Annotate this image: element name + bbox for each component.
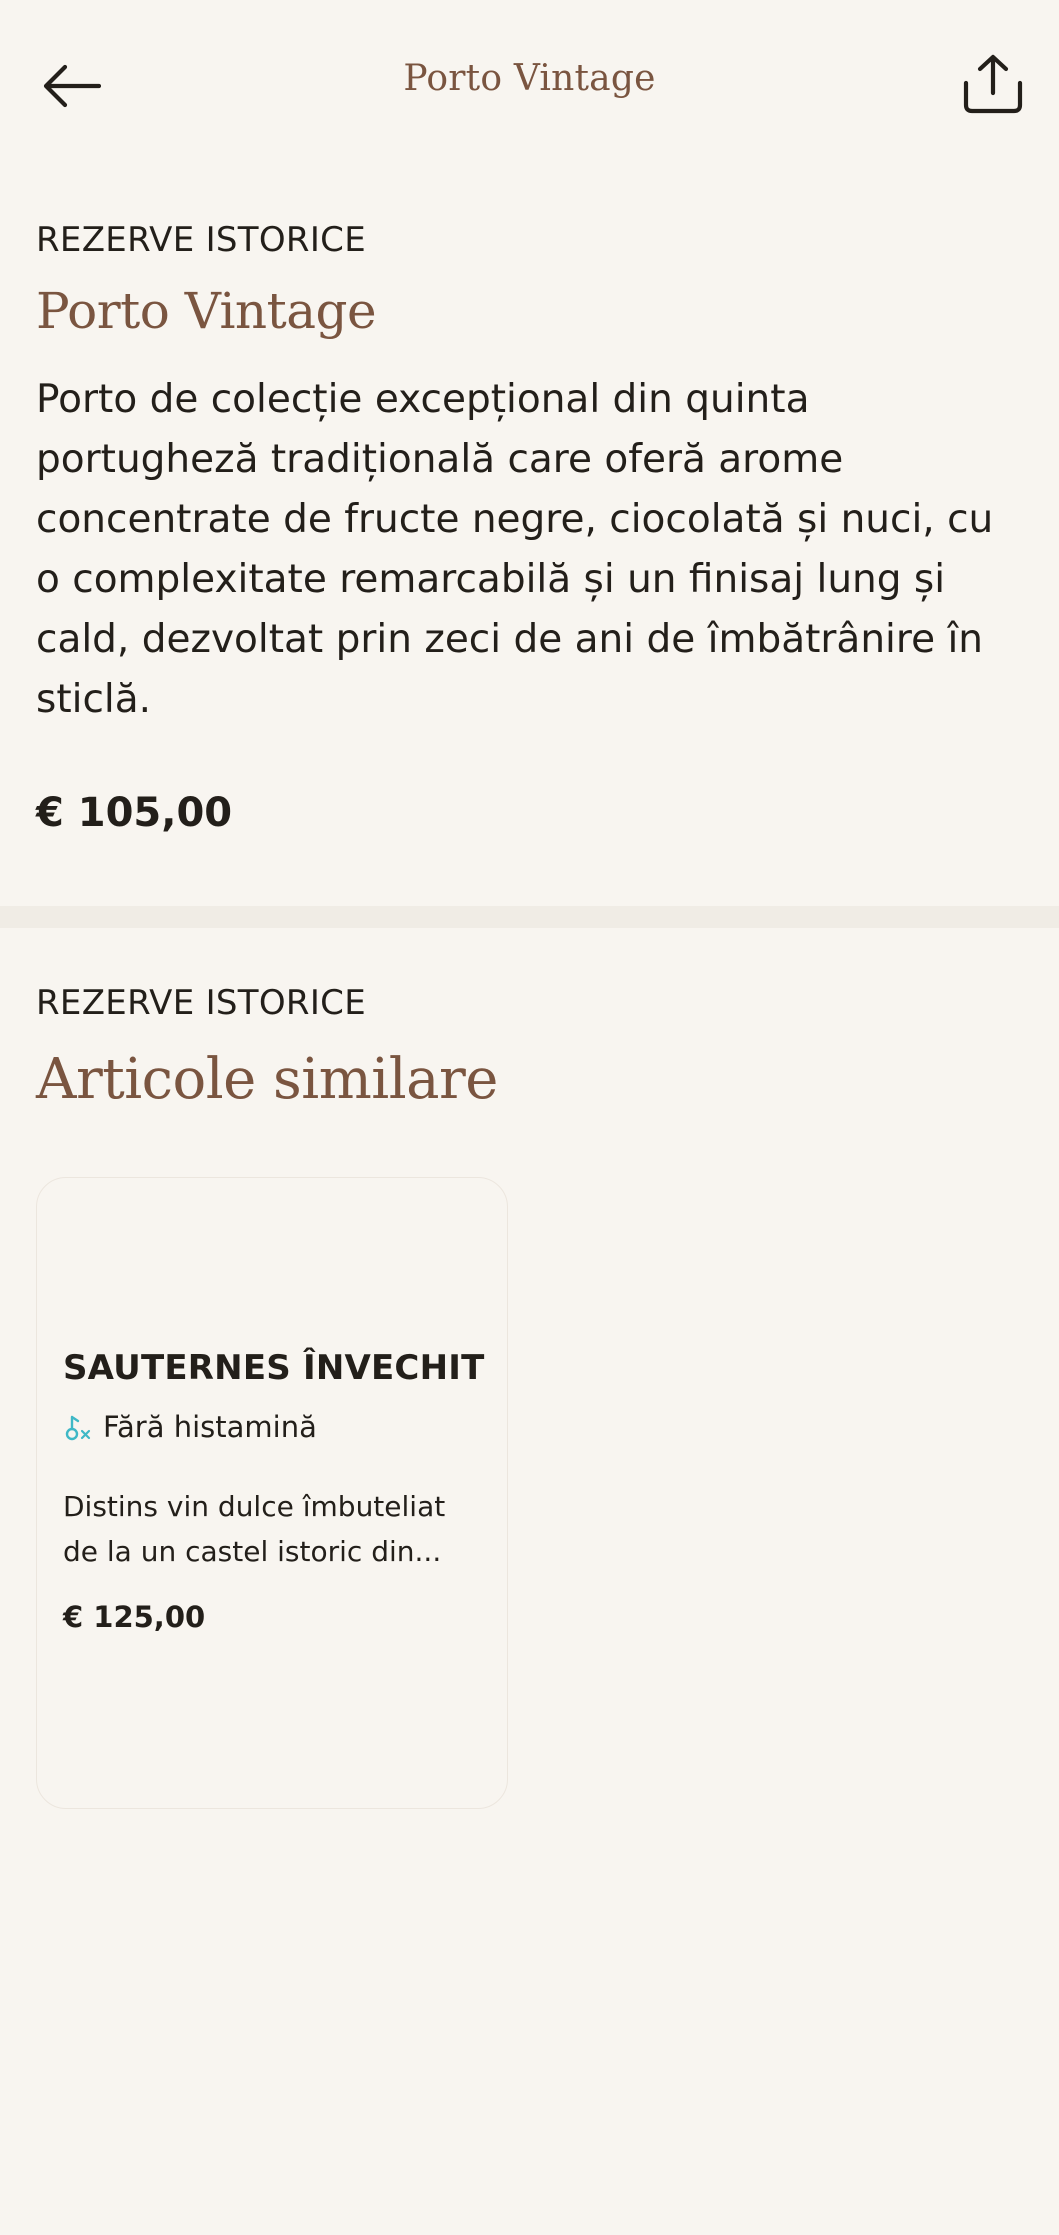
section-divider	[0, 906, 1059, 928]
nav-title: Porto Vintage	[403, 58, 656, 99]
similar-category: REZERVE ISTORICE	[36, 983, 367, 1023]
similar-title: Articole similare	[36, 1047, 498, 1112]
share-button[interactable]	[957, 46, 1029, 126]
dietary-tag: Fără histamină	[63, 1410, 317, 1444]
similar-item-description: Distins vin dulce îmbuteliat de la un ca…	[63, 1490, 446, 1568]
product-price: € 105,00	[36, 790, 233, 836]
dietary-tag-label: Fără histamină	[103, 1410, 317, 1444]
top-navigation-bar: Porto Vintage	[0, 0, 1059, 170]
product-category: REZERVE ISTORICE	[36, 220, 367, 260]
similar-item-card[interactable]: SAUTERNES ÎNVECHIT Fără histamină Distin…	[36, 1177, 508, 1809]
product-name: Porto Vintage	[36, 282, 377, 340]
histamine-free-icon	[63, 1412, 93, 1442]
similar-item-name: SAUTERNES ÎNVECHIT	[63, 1348, 485, 1388]
product-details: REZERVE ISTORICE Porto Vintage Porto de …	[36, 220, 1006, 836]
similar-item-price: € 125,00	[63, 1600, 206, 1634]
product-description: Porto de colecție excepțional din quinta…	[36, 377, 994, 722]
share-icon	[962, 53, 1024, 119]
similar-items-section: REZERVE ISTORICE Articole similare	[36, 983, 1016, 1112]
